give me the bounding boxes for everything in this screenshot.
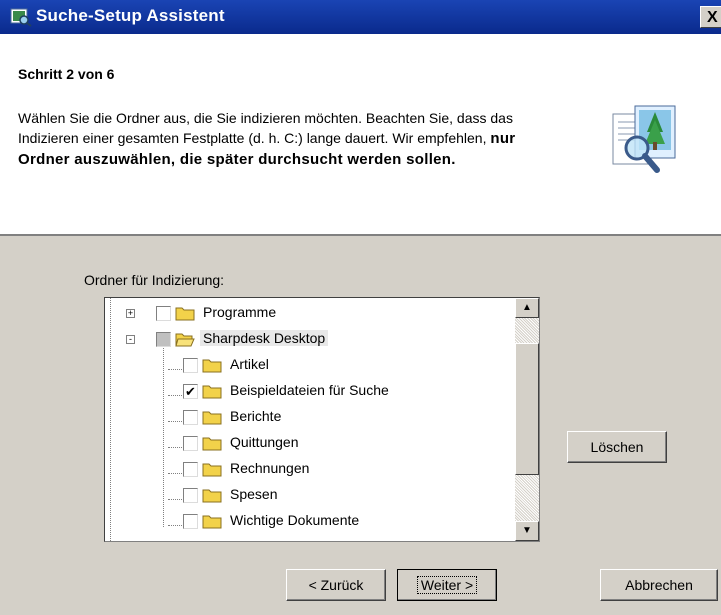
tree-item-label: Sharpdesk Desktop — [200, 330, 329, 346]
next-button-label: Weiter > — [416, 576, 478, 594]
tree-item-beispieldateien[interactable]: ✔ Beispieldateien für Suche — [105, 381, 515, 405]
step-title: Schritt 2 von 6 — [18, 66, 115, 82]
tree-item-label: Programme — [203, 304, 277, 320]
next-button[interactable]: Weiter > — [397, 569, 497, 601]
tree-item-label: Spesen — [230, 486, 278, 502]
folder-icon — [175, 307, 195, 321]
checkbox-partial[interactable] — [156, 332, 171, 347]
folder-icon — [202, 515, 222, 529]
folder-icon — [202, 385, 222, 399]
close-button[interactable]: X — [700, 6, 721, 28]
checkbox[interactable] — [183, 488, 198, 503]
delete-button[interactable]: Löschen — [567, 431, 667, 463]
folder-icon — [202, 359, 222, 373]
checkbox[interactable] — [183, 410, 198, 425]
checkbox[interactable] — [183, 462, 198, 477]
vertical-scrollbar[interactable]: ▲ ▼ — [515, 298, 539, 541]
cancel-button[interactable]: Abbrechen — [600, 569, 718, 601]
tree-item-sharpdesk-desktop[interactable]: - Sharpdesk Desktop — [105, 329, 515, 353]
title-bar: Suche-Setup Assistent X — [0, 0, 721, 34]
tree-item-spesen[interactable]: Spesen — [105, 485, 515, 509]
back-button[interactable]: < Zurück — [286, 569, 386, 601]
checkbox-checked[interactable]: ✔ — [183, 384, 198, 399]
scroll-up-button[interactable]: ▲ — [515, 298, 539, 318]
step-description: Wählen Sie die Ordner aus, die Sie indiz… — [18, 108, 563, 170]
folder-tree[interactable]: + Programme - Sharpdesk Desktop Artikel … — [104, 297, 540, 542]
tree-item-label: Berichte — [230, 408, 282, 424]
folder-icon — [202, 463, 222, 477]
tree-item-label: Artikel — [230, 356, 269, 372]
tree-item-label: Wichtige Dokumente — [230, 512, 360, 528]
tree-item-rechnungen[interactable]: Rechnungen — [105, 459, 515, 483]
tree-item-quittungen[interactable]: Quittungen — [105, 433, 515, 457]
tree-label: Ordner für Indizierung: — [84, 272, 225, 288]
checkbox[interactable] — [183, 358, 198, 373]
tree-item-artikel[interactable]: Artikel — [105, 355, 515, 379]
scroll-thumb[interactable] — [515, 343, 539, 475]
checkbox[interactable] — [156, 306, 171, 321]
folder-icon — [202, 437, 222, 451]
folder-icon — [202, 489, 222, 503]
checkbox[interactable] — [183, 514, 198, 529]
description-text: Wählen Sie die Ordner aus, die Sie indiz… — [18, 110, 513, 146]
tree-item-berichte[interactable]: Berichte — [105, 407, 515, 431]
window-title: Suche-Setup Assistent — [36, 6, 225, 25]
checkbox[interactable] — [183, 436, 198, 451]
folder-icon — [202, 411, 222, 425]
tree-item-programme[interactable]: + Programme — [105, 303, 515, 327]
folder-open-icon — [175, 333, 195, 347]
tree-item-label: Rechnungen — [230, 460, 310, 476]
app-icon — [10, 8, 32, 27]
tree-item-label: Beispieldateien für Suche — [230, 382, 389, 398]
collapse-icon[interactable]: - — [126, 335, 135, 344]
expand-icon[interactable]: + — [126, 309, 135, 318]
header-panel: Schritt 2 von 6 Wählen Sie die Ordner au… — [0, 34, 721, 236]
tree-item-label: Quittungen — [230, 434, 299, 450]
document-magnifier-icon — [612, 105, 676, 173]
tree-item-wichtige-dokumente[interactable]: Wichtige Dokumente — [105, 511, 515, 535]
scroll-down-button[interactable]: ▼ — [515, 521, 539, 541]
setup-wizard-window: Suche-Setup Assistent X Schritt 2 von 6 … — [0, 0, 721, 615]
